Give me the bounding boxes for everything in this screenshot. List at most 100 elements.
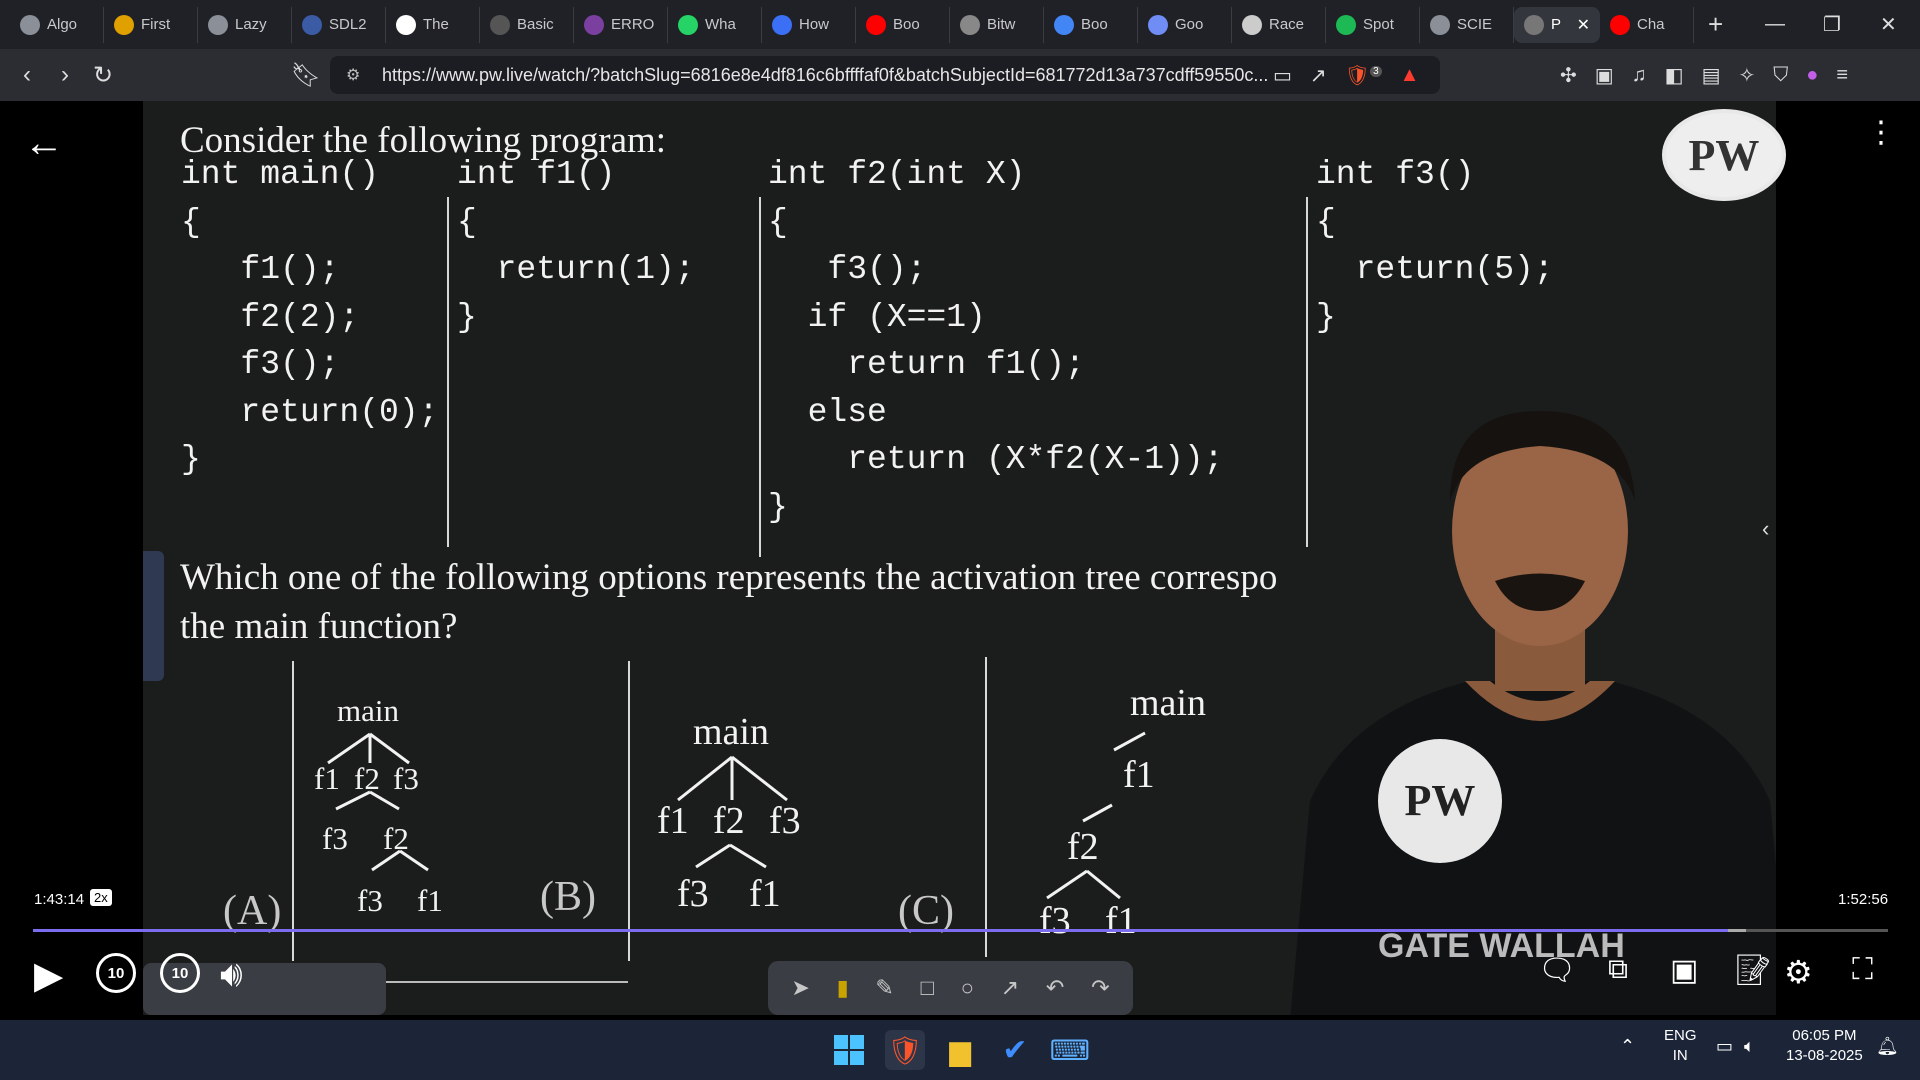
video-player[interactable]: Consider the following program: int main… (0, 101, 1920, 1020)
minimize-button[interactable]: — (1765, 0, 1785, 49)
wallet-icon[interactable]: ▤ (1702, 63, 1721, 88)
browser-tab[interactable]: Algo (10, 6, 104, 43)
browser-tab[interactable]: ERRO (574, 6, 668, 43)
play-icon[interactable]: ▶ (34, 953, 63, 998)
fullscreen-icon[interactable]: ⛶ (1852, 953, 1873, 987)
divider (447, 197, 449, 547)
browser-tab[interactable]: Race (1232, 6, 1326, 43)
sidebar-icon[interactable]: ◧ (1665, 63, 1684, 88)
browser-tab[interactable]: Boo (856, 6, 950, 43)
site-settings-icon[interactable]: ⚙︎ (346, 65, 360, 85)
browser-tab[interactable]: Spot (1326, 6, 1420, 43)
progress-bar[interactable] (33, 929, 1888, 932)
rectangle-icon[interactable]: □ (921, 975, 934, 1001)
browser-tab[interactable]: Boo (1044, 6, 1138, 43)
eraser-icon[interactable]: ✎ (875, 975, 893, 1001)
slide-handle[interactable] (143, 551, 164, 681)
translate-icon[interactable]: ⧉ (1608, 953, 1628, 986)
tab-label: ERRO (611, 16, 655, 33)
reload-icon[interactable]: ↻ (84, 61, 122, 90)
side-panel-chevron-icon[interactable]: ‹ (1762, 516, 1769, 542)
browser-tab[interactable]: Bitw (950, 6, 1044, 43)
network-icon[interactable]: ▭ (1716, 1036, 1733, 1056)
settings-gear-icon[interactable]: ⚙ (1784, 953, 1813, 991)
media-icon[interactable]: ♫ (1632, 64, 1647, 87)
brave-browser-icon[interactable]: 🛡︎ (885, 1030, 925, 1070)
tree-option-b: main f1 f2 f3 f3 f1 (650, 706, 830, 956)
option-c-label: (C) (898, 888, 954, 934)
highlighter-icon[interactable]: ▮ (837, 975, 849, 1001)
tab-label: SCIE (1457, 16, 1493, 33)
speed-badge[interactable]: 2x (90, 889, 112, 906)
keyboard-icon[interactable]: ⌨ (1050, 1030, 1090, 1070)
forward-icon[interactable]: › (46, 61, 84, 89)
volume-icon[interactable]: 🔊︎ (220, 953, 243, 996)
tree-node: f1 (749, 873, 781, 915)
circle-icon[interactable]: ○ (961, 975, 974, 1001)
brave-shield-icon[interactable]: 🛡︎ 3 (1345, 63, 1382, 88)
back-icon[interactable]: ‹ (8, 61, 46, 89)
browser-tab[interactable]: The (386, 6, 480, 43)
language-code: ENG (1664, 1027, 1697, 1044)
current-time: 1:43:14 (34, 891, 85, 908)
sdl-icon (302, 14, 322, 35)
browser-tab[interactable]: How (762, 6, 856, 43)
browser-tab[interactable]: Goo (1138, 6, 1232, 43)
notification-bell-icon[interactable]: 🔔︎ (1876, 1036, 1899, 1056)
brave-rewards-icon[interactable]: ▲ (1400, 64, 1420, 87)
tray-overflow-icon[interactable]: ⌃ (1620, 1036, 1635, 1056)
leo-icon[interactable]: ✧ (1738, 63, 1755, 88)
skip-back-icon[interactable]: 10 (96, 953, 136, 993)
redo-icon[interactable]: ↷ (1091, 975, 1109, 1001)
share-icon[interactable]: ↗ (1310, 63, 1327, 88)
restore-button[interactable]: ❐ (1823, 0, 1841, 49)
browser-tab[interactable]: Lazy (198, 6, 292, 43)
back-arrow-icon[interactable]: ← (24, 121, 64, 166)
undo-icon[interactable]: ↶ (1046, 975, 1064, 1001)
region-code: IN (1672, 1047, 1688, 1064)
tree-option-a: main f1 f2 f3 f3 f2 f3 f1 (303, 689, 483, 959)
tab-label: First (141, 16, 171, 33)
vpn-icon[interactable]: ⛉ (1773, 64, 1788, 87)
w3schools-icon (396, 14, 416, 35)
language-indicator[interactable]: ENG IN (1664, 1026, 1697, 1066)
browser-tab[interactable]: Basic (480, 6, 574, 43)
clock[interactable]: 06:05 PM 13-08-2025 (1786, 1026, 1863, 1066)
cast-icon[interactable]: ▭ (1273, 63, 1292, 88)
todo-icon[interactable]: ✔ (995, 1030, 1035, 1070)
skip-forward-icon[interactable]: 10 (160, 953, 200, 993)
extensions-icon[interactable]: ✣ (1560, 63, 1577, 88)
notes-icon[interactable]: 📝︎ (1734, 953, 1772, 988)
windows-start-icon[interactable] (829, 1030, 869, 1070)
drawing-toolbar: ➤ ▮ ✎ □ ○ ↗ ↶ ↷ (768, 961, 1133, 1015)
browser-tab[interactable]: Wha (668, 6, 762, 43)
tab-label: Boo (1081, 16, 1108, 33)
tree-node: f2 (713, 800, 745, 842)
whatsapp-icon (678, 14, 698, 35)
profile-icon[interactable]: ● (1806, 64, 1818, 87)
picture-in-picture-icon[interactable]: ▣ (1670, 953, 1698, 988)
pointer-icon[interactable]: ➤ (791, 975, 809, 1001)
arrow-icon[interactable]: ↗ (1001, 975, 1019, 1001)
close-window-button[interactable]: ✕ (1880, 0, 1897, 49)
file-explorer-icon[interactable]: ▆ (940, 1030, 980, 1070)
bookmark-icon[interactable]: 🔖︎ (287, 61, 325, 90)
new-tab-icon[interactable]: + (1708, 9, 1723, 40)
tab-label: Lazy (235, 16, 267, 33)
tab-label: Race (1269, 16, 1305, 33)
browser-tab[interactable]: P ✕ (1514, 6, 1600, 43)
tree-node: main (693, 711, 769, 753)
more-options-icon[interactable]: ⋮ (1866, 118, 1896, 148)
tree-node: f1 (314, 761, 340, 796)
menu-icon[interactable]: ≡ (1836, 64, 1848, 87)
browser-tab[interactable]: Cha (1600, 6, 1694, 43)
speaker-icon[interactable]: 🔈︎ (1744, 1036, 1755, 1056)
reader-icon[interactable]: ▣ (1595, 63, 1614, 88)
chat-icon[interactable]: 🗨︎ (1538, 953, 1576, 988)
browser-tab[interactable]: SCIE (1420, 6, 1514, 43)
browser-tab[interactable]: SDL2 (292, 6, 386, 43)
tree-node: f1 (657, 800, 689, 842)
close-tab-icon[interactable]: ✕ (1577, 15, 1590, 35)
question-line-1: Which one of the following options repre… (180, 557, 1278, 598)
browser-tab[interactable]: First (104, 6, 198, 43)
